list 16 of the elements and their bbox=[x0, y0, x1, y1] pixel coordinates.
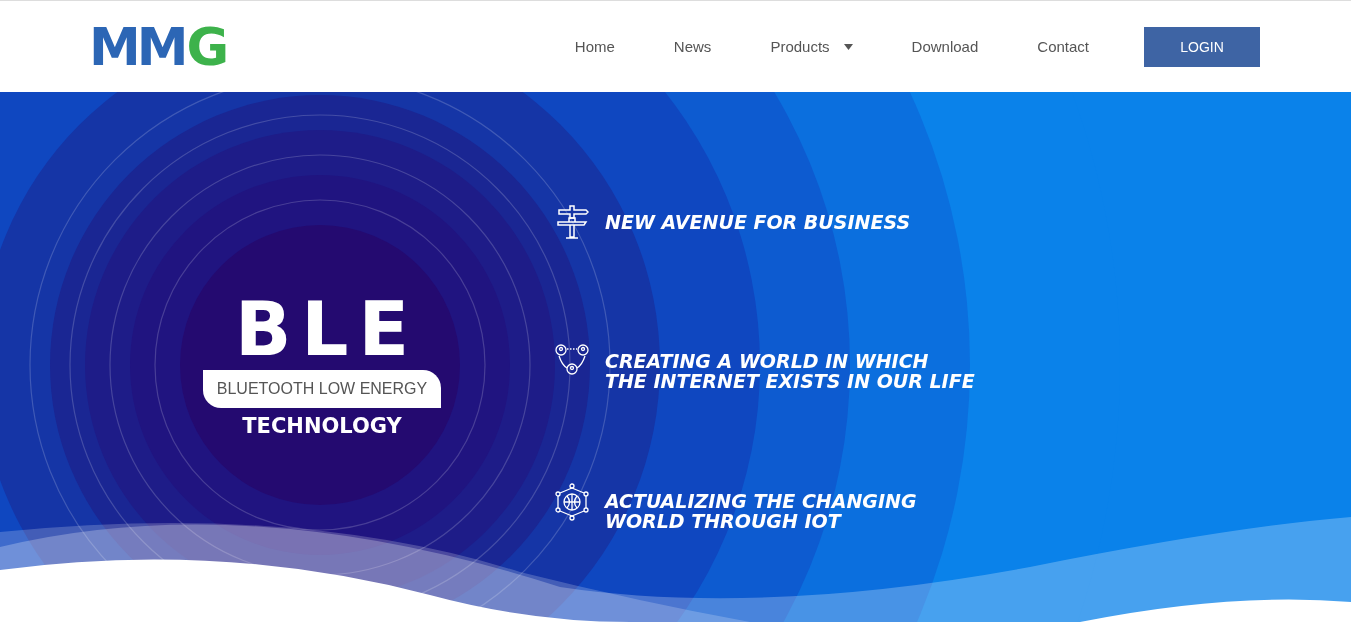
feature-text: NEW AVENUE FOR BUSINESS bbox=[605, 210, 911, 232]
feature-text: CREATING A WORLD IN WHICH THE INTERNET EXISTS IN OUR LIFE bbox=[605, 349, 975, 392]
nav-link[interactable]: Home bbox=[574, 38, 615, 55]
nav-link[interactable]: News bbox=[673, 38, 712, 55]
tagline: TECHNOLOGY bbox=[242, 414, 402, 438]
globe-network-icon bbox=[555, 482, 589, 521]
subtitle-label: BLUETOOTH LOW ENERGY bbox=[202, 370, 442, 408]
people-network-icon bbox=[555, 343, 589, 378]
ble-title: BLE bbox=[234, 292, 420, 366]
login-button[interactable]: LOGIN bbox=[1144, 26, 1260, 67]
signpost-icon bbox=[555, 204, 589, 240]
nav-link[interactable]: Download bbox=[911, 38, 979, 55]
feature-text: ACTUALIZING THE CHANGING WORLD THROUGH IOT bbox=[605, 488, 917, 531]
nav-link[interactable]: Contact bbox=[1037, 38, 1089, 55]
logo[interactable]: MMG bbox=[89, 20, 226, 73]
nav-link[interactable]: Products bbox=[770, 38, 853, 55]
